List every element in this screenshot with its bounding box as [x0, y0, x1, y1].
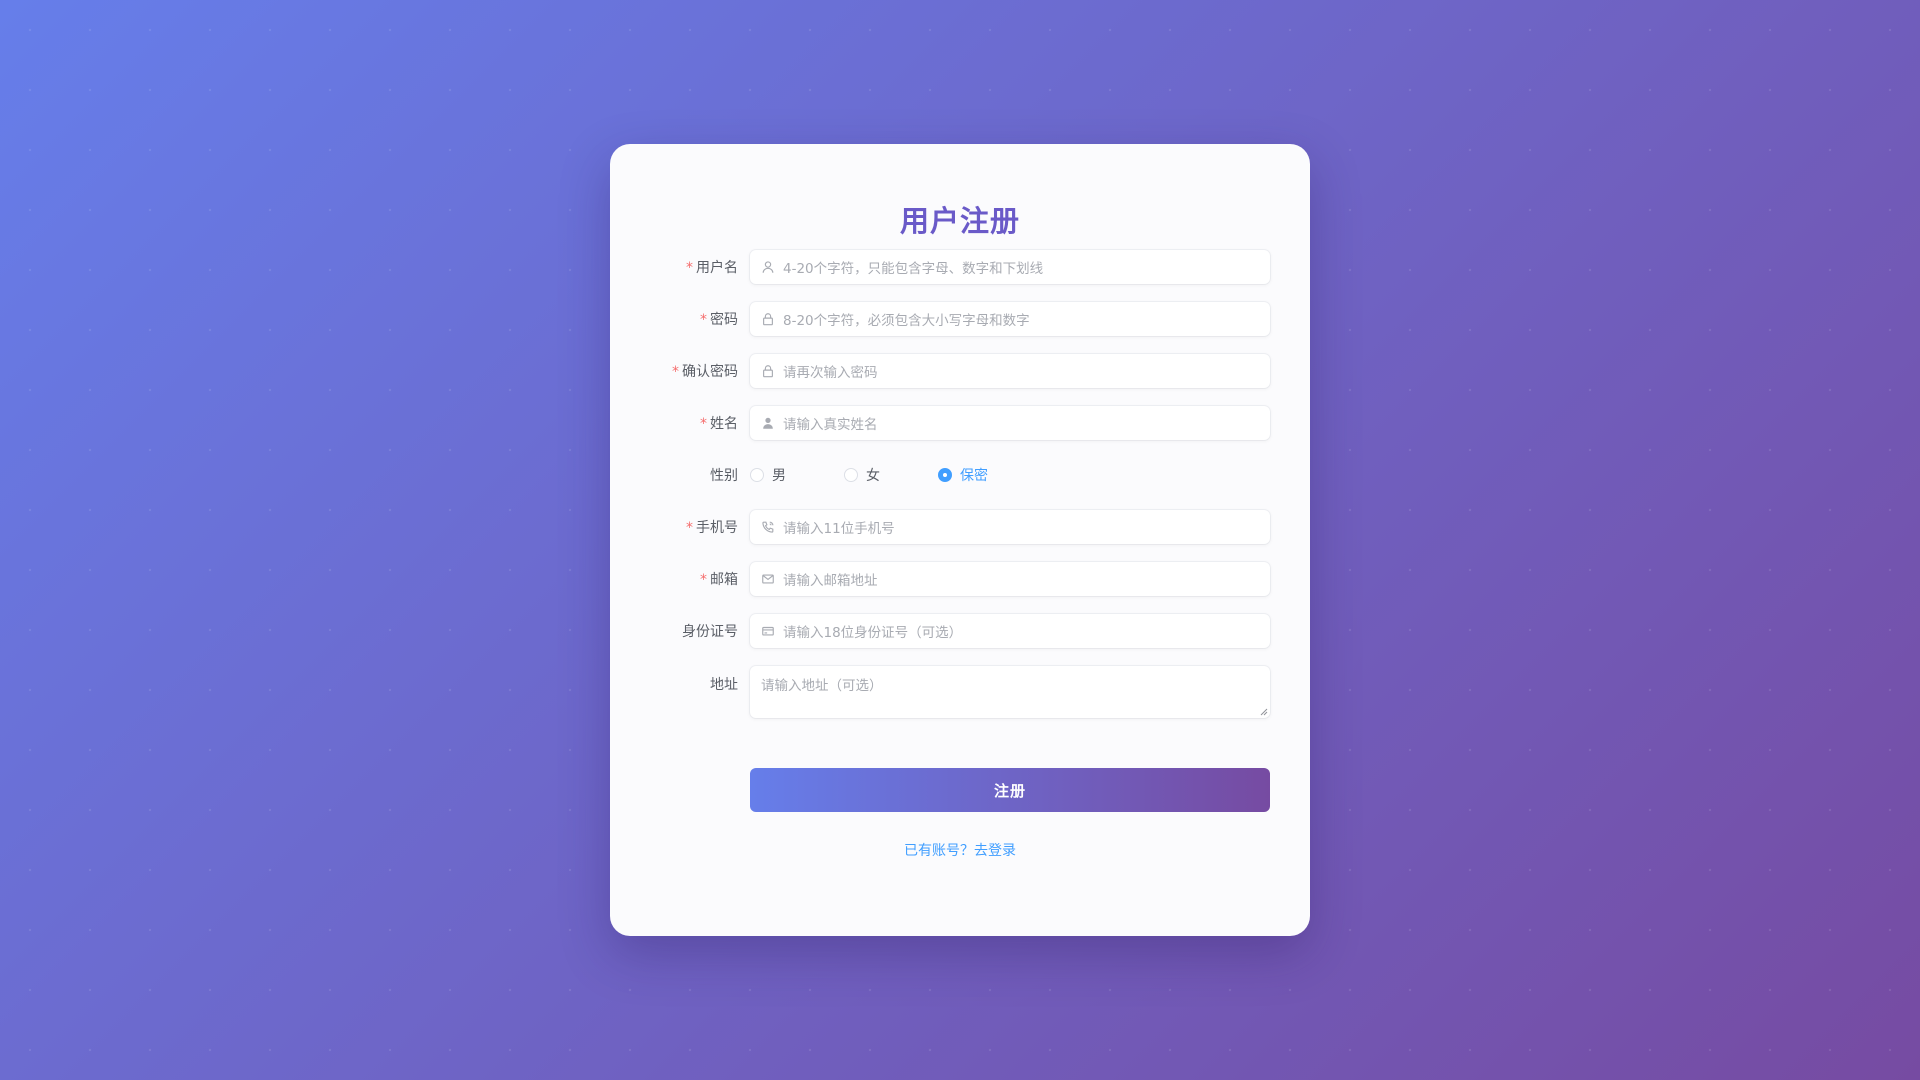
user-filled-icon	[763, 417, 773, 429]
lock-icon	[763, 365, 773, 378]
email-placeholder: 请输入邮箱地址	[783, 573, 878, 589]
radio-label: 女	[866, 468, 880, 484]
phone-icon	[762, 521, 774, 533]
id-number-label: 身份证号	[610, 621, 738, 641]
real-name-placeholder: 请输入真实姓名	[783, 417, 878, 433]
address-label: 地址	[610, 666, 738, 694]
confirm-password-placeholder: 请再次输入密码	[783, 365, 878, 381]
password-placeholder: 8-20个字符，必须包含大小写字母和数字	[783, 313, 1030, 329]
user-outline-icon	[762, 261, 774, 273]
gender-label-text: 性别	[710, 468, 738, 484]
phone-row: * 手机号 请输入11位手机号	[610, 510, 1310, 544]
email-label-text: 邮箱	[710, 572, 738, 588]
username-label: * 用户名	[610, 257, 738, 277]
confirm-password-input[interactable]: 请再次输入密码	[750, 354, 1270, 388]
required-mark: *	[686, 260, 693, 276]
phone-placeholder: 请输入11位手机号	[783, 521, 895, 537]
password-row: * 密码 8-20个字符，必须包含大小写字母和数字	[610, 302, 1310, 336]
real-name-input[interactable]: 请输入真实姓名	[750, 406, 1270, 440]
real-name-row: * 姓名 请输入真实姓名	[610, 406, 1310, 440]
register-button[interactable]: 注册	[750, 768, 1270, 812]
gender-label: 性别	[610, 465, 738, 485]
phone-label-text: 手机号	[696, 520, 738, 536]
credit-card-icon	[762, 626, 774, 636]
radio-circle[interactable]	[844, 468, 858, 482]
radio-circle[interactable]	[938, 468, 952, 482]
gender-radio-female[interactable]: 女	[844, 465, 880, 485]
email-label: * 邮箱	[610, 569, 738, 589]
radio-label: 男	[772, 468, 786, 484]
address-placeholder: 请输入地址（可选）	[761, 678, 883, 694]
lock-icon	[763, 313, 773, 326]
required-mark: *	[700, 416, 707, 432]
required-mark: *	[686, 520, 693, 536]
email-row: * 邮箱 请输入邮箱地址	[610, 562, 1310, 596]
password-label: * 密码	[610, 309, 738, 329]
confirm-password-row: * 确认密码 请再次输入密码	[610, 354, 1310, 388]
radio-label: 保密	[960, 468, 988, 484]
username-input[interactable]: 4-20个字符，只能包含字母、数字和下划线	[750, 250, 1270, 284]
radio-circle[interactable]	[750, 468, 764, 482]
confirm-password-label-text: 确认密码	[682, 364, 738, 380]
mail-icon	[762, 574, 774, 584]
username-row: * 用户名 4-20个字符，只能包含字母、数字和下划线	[610, 250, 1310, 284]
register-card: 用户注册 * 用户名 4-20个字符，只能包含字母、数字和下划线 * 密码 8-20…	[610, 144, 1310, 936]
real-name-label-text: 姓名	[710, 416, 738, 432]
required-mark: *	[700, 312, 707, 328]
confirm-password-label: * 确认密码	[610, 361, 738, 381]
id-number-label-text: 身份证号	[682, 624, 738, 640]
phone-input[interactable]: 请输入11位手机号	[750, 510, 1270, 544]
gender-radio-male[interactable]: 男	[750, 465, 786, 485]
username-label-text: 用户名	[696, 260, 738, 276]
email-input[interactable]: 请输入邮箱地址	[750, 562, 1270, 596]
username-placeholder: 4-20个字符，只能包含字母、数字和下划线	[783, 261, 1044, 277]
resize-handle-icon[interactable]	[1260, 708, 1268, 716]
address-row: 地址 请输入地址（可选）	[610, 666, 1310, 718]
password-input[interactable]: 8-20个字符，必须包含大小写字母和数字	[750, 302, 1270, 336]
go-to-login-link[interactable]: 已有账号？去登录	[610, 840, 1310, 860]
id-number-placeholder: 请输入18位身份证号（可选）	[783, 625, 963, 641]
gender-radio-group: 男 女 保密	[750, 458, 1046, 492]
required-mark: *	[672, 364, 679, 380]
real-name-label: * 姓名	[610, 413, 738, 433]
phone-label: * 手机号	[610, 517, 738, 537]
password-label-text: 密码	[710, 312, 738, 328]
required-mark: *	[700, 572, 707, 588]
address-label-text: 地址	[710, 677, 738, 693]
id-number-row: 身份证号 请输入18位身份证号（可选）	[610, 614, 1310, 648]
id-number-input[interactable]: 请输入18位身份证号（可选）	[750, 614, 1270, 648]
page-title: 用户注册	[899, 204, 1020, 238]
address-textarea[interactable]: 请输入地址（可选）	[750, 666, 1270, 718]
gender-radio-secret[interactable]: 保密	[938, 465, 988, 485]
gender-row: 性别 男 女 保密	[610, 458, 1310, 492]
